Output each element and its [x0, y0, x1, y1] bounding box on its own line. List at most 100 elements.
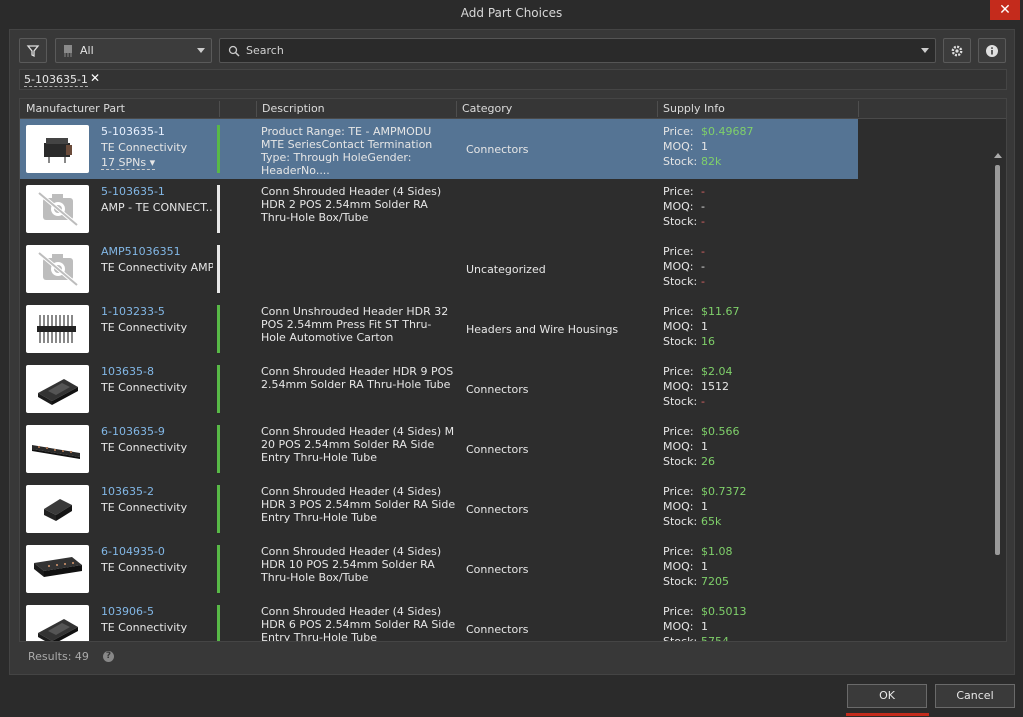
price-value: $11.67	[701, 305, 740, 318]
table-row[interactable]: AMP51036351 TE Connectivity AMP Uncategori…	[20, 239, 858, 299]
table-row[interactable]: 5-103635-1 AMP - TE CONNECT... Conn Shroud…	[20, 179, 858, 239]
stock-label: Stock:	[663, 275, 698, 288]
part-image	[26, 125, 89, 173]
moq-label: MOQ:	[663, 140, 694, 153]
stock-value: 5754	[701, 635, 729, 642]
part-category: Connectors	[466, 143, 529, 156]
table-row[interactable]: 103635-8 TE Connectivity Conn Shrouded Hea…	[20, 359, 858, 419]
stock-value: 16	[701, 335, 715, 348]
status-bar	[217, 305, 220, 353]
part-description: Product Range: TE - AMPMODU MTE SeriesCo…	[261, 125, 433, 177]
manufacturer-part-number[interactable]: 103906-5	[101, 605, 154, 618]
manufacturer-part-number[interactable]: 103635-2	[101, 485, 154, 498]
status-bar	[217, 245, 220, 293]
manufacturer-name: TE Connectivity	[101, 501, 188, 514]
stock-value: 65k	[701, 515, 722, 528]
price-label: Price:	[663, 605, 694, 618]
moq-value: 1	[701, 320, 708, 333]
manufacturer-part-number[interactable]: AMP51036351	[101, 245, 181, 258]
moq-value: 1	[701, 140, 708, 153]
manufacturer-part-number[interactable]: 5-103635-1	[101, 185, 165, 198]
part-image	[26, 245, 89, 293]
column-divider[interactable]	[456, 101, 457, 117]
moq-label: MOQ:	[663, 200, 694, 213]
manufacturer-name: TE Connectivity	[101, 621, 188, 634]
moq-value: 1	[701, 440, 708, 453]
close-button[interactable]: ✕	[990, 0, 1020, 20]
part-thumbnail-icon	[38, 379, 78, 405]
table-row[interactable]: 5-103635-1 TE Connectivity 17 SPNs ▾ Produc…	[20, 119, 858, 179]
column-divider[interactable]	[219, 101, 220, 117]
moq-label: MOQ:	[663, 320, 694, 333]
column-divider[interactable]	[256, 101, 257, 117]
moq-label: MOQ:	[663, 260, 694, 273]
filter-button[interactable]	[19, 38, 47, 63]
settings-button[interactable]	[943, 38, 971, 63]
moq-label: MOQ:	[663, 500, 694, 513]
part-category: Connectors	[466, 383, 529, 396]
part-image	[26, 365, 89, 413]
manufacturer-name: TE Connectivity	[101, 141, 188, 154]
manufacturer-name: AMP - TE CONNECT...	[101, 201, 213, 214]
manufacturer-part-number[interactable]: 103635-8	[101, 365, 154, 378]
table-row[interactable]: 6-103635-9 TE Connectivity Conn Shrouded H…	[20, 419, 858, 479]
stock-label: Stock:	[663, 215, 698, 228]
help-icon[interactable]: ?	[103, 651, 114, 662]
part-description: Conn Unshrouded Header HDR 32 POS 2.54mm…	[261, 305, 449, 344]
spn-dropdown[interactable]: 17 SPNs ▾	[101, 157, 156, 170]
moq-value: 1	[701, 500, 708, 513]
column-divider[interactable]	[858, 101, 859, 117]
part-image	[26, 305, 89, 353]
moq-value: -	[701, 200, 705, 213]
info-button[interactable]	[978, 38, 1006, 63]
search-input[interactable]	[246, 44, 886, 57]
moq-value: -	[701, 260, 705, 273]
manufacturer-name: TE Connectivity	[101, 381, 188, 394]
part-description: Conn Shrouded Header (4 Sides) HDR 10 PO…	[261, 545, 442, 584]
scroll-up-icon[interactable]	[994, 153, 1002, 158]
column-divider[interactable]	[657, 101, 658, 117]
column-header-description[interactable]: Description	[262, 102, 325, 115]
filter-chip[interactable]: 5-103635-1	[24, 73, 88, 87]
status-bar	[217, 185, 220, 233]
status-bar	[217, 605, 220, 641]
part-thumbnail-icon	[34, 557, 82, 577]
column-header-manufacturer-part[interactable]: Manufacturer Part	[26, 102, 125, 115]
manufacturer-part-number[interactable]: 5-103635-1	[101, 125, 165, 138]
filter-chip-bar: 5-103635-1 ✕	[19, 69, 1007, 90]
price-value: $0.5013	[701, 605, 747, 618]
part-thumbnail-icon	[44, 138, 72, 163]
search-box[interactable]	[219, 38, 936, 63]
info-icon	[986, 44, 998, 57]
category-dropdown-value: All	[80, 44, 94, 57]
manufacturer-part-number[interactable]: 6-104935-0	[101, 545, 165, 558]
table-row[interactable]: 103635-2 TE Connectivity Conn Shrouded Hea…	[20, 479, 858, 539]
manufacturer-part-number[interactable]: 6-103635-9	[101, 425, 165, 438]
search-dropdown-chevron-icon[interactable]	[921, 48, 929, 53]
stock-label: Stock:	[663, 395, 698, 408]
status-bar	[217, 365, 220, 413]
table-row[interactable]: 6-104935-0 TE Connectivity Conn Shrouded H…	[20, 539, 858, 599]
stock-label: Stock:	[663, 335, 698, 348]
remove-chip-icon[interactable]: ✕	[90, 71, 100, 85]
stock-value: -	[701, 275, 705, 288]
table-row[interactable]: 103906-5 TE Connectivity Conn Shrouded Hea…	[20, 599, 858, 642]
part-category: Connectors	[466, 563, 529, 576]
stock-value: 7205	[701, 575, 729, 588]
column-header-category[interactable]: Category	[462, 102, 512, 115]
ok-button[interactable]: OK	[847, 684, 927, 708]
manufacturer-part-number[interactable]: 1-103233-5	[101, 305, 165, 318]
column-header-supply-info[interactable]: Supply Info	[663, 102, 725, 115]
price-value: -	[701, 185, 705, 198]
table-row[interactable]: 1-103233-5 TE Connectivity Conn Unshrouded…	[20, 299, 858, 359]
part-thumbnail-icon	[32, 445, 80, 459]
stock-label: Stock:	[663, 575, 698, 588]
part-category: Uncategorized	[466, 263, 546, 276]
category-dropdown[interactable]: All	[55, 38, 212, 63]
scrollbar-thumb[interactable]	[995, 165, 1000, 555]
part-image	[26, 545, 89, 593]
cancel-button[interactable]: Cancel	[935, 684, 1015, 708]
grid-header: Manufacturer Part Description Category S…	[20, 99, 1006, 119]
filter-icon	[26, 44, 40, 57]
vertical-scrollbar[interactable]	[993, 153, 1003, 641]
